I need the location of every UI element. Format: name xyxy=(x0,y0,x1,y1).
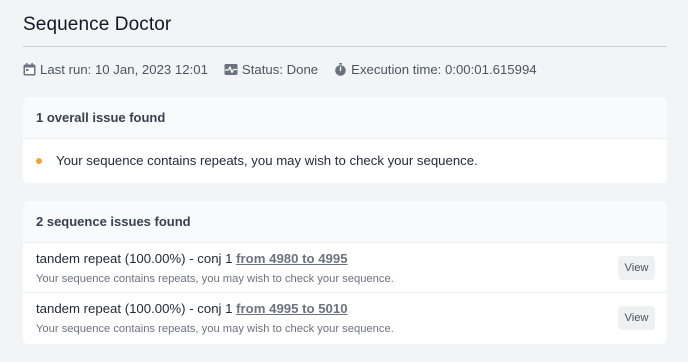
sequence-issue-description: Your sequence contains repeats, you may … xyxy=(36,273,394,285)
sequence-issues-card: 2 sequence issues found tandem repeat (1… xyxy=(23,201,667,344)
title-divider xyxy=(23,46,667,47)
execution-time-text: Execution time: 0:00:01.615994 xyxy=(351,62,537,77)
sequence-issue-title: tandem repeat (100.00%) - conj 1 xyxy=(36,301,233,316)
overall-issues-card: 1 overall issue found Your sequence cont… xyxy=(23,97,667,183)
sequence-doctor-page: Sequence Doctor Last run: 10 Jan, 2023 1… xyxy=(0,0,688,362)
status-text: Status: Done xyxy=(241,62,319,77)
execution-time-info: Execution time: 0:00:01.615994 xyxy=(334,62,537,77)
calendar-icon xyxy=(23,63,36,76)
status-info: Status: Done xyxy=(224,62,318,77)
page-title: Sequence Doctor xyxy=(23,14,172,35)
sequence-issue-title-row: tandem repeat (100.00%) - conj 1 from 49… xyxy=(36,251,348,266)
view-button[interactable]: View xyxy=(618,306,655,330)
sequence-issue-item: tandem repeat (100.00%) - conj 1 from 49… xyxy=(23,293,667,343)
heartbeat-icon xyxy=(224,64,238,75)
view-button[interactable]: View xyxy=(618,256,655,280)
overall-issue-text: Your sequence contains repeats, you may … xyxy=(56,153,478,168)
sequence-issue-description: Your sequence contains repeats, you may … xyxy=(36,323,394,335)
sequence-issue-title: tandem repeat (100.00%) - conj 1 xyxy=(36,251,233,266)
sequence-issue-title-row: tandem repeat (100.00%) - conj 1 from 49… xyxy=(36,301,348,316)
last-run-text: Last run: 10 Jan, 2023 12:01 xyxy=(40,62,208,77)
last-run-info: Last run: 10 Jan, 2023 12:01 xyxy=(23,62,208,77)
stopwatch-icon xyxy=(335,63,346,76)
sequence-range-link[interactable]: from 4980 to 4995 xyxy=(236,251,347,266)
warning-dot-icon xyxy=(36,157,42,164)
sequence-issue-item: tandem repeat (100.00%) - conj 1 from 49… xyxy=(23,243,667,293)
sequence-range-link[interactable]: from 4995 to 5010 xyxy=(236,301,347,316)
overall-issues-header: 1 overall issue found xyxy=(23,97,667,139)
run-meta-bar: Last run: 10 Jan, 2023 12:01 Status: Don… xyxy=(23,62,553,77)
sequence-issues-header: 2 sequence issues found xyxy=(23,201,667,243)
overall-issue-item: Your sequence contains repeats, you may … xyxy=(23,139,667,182)
